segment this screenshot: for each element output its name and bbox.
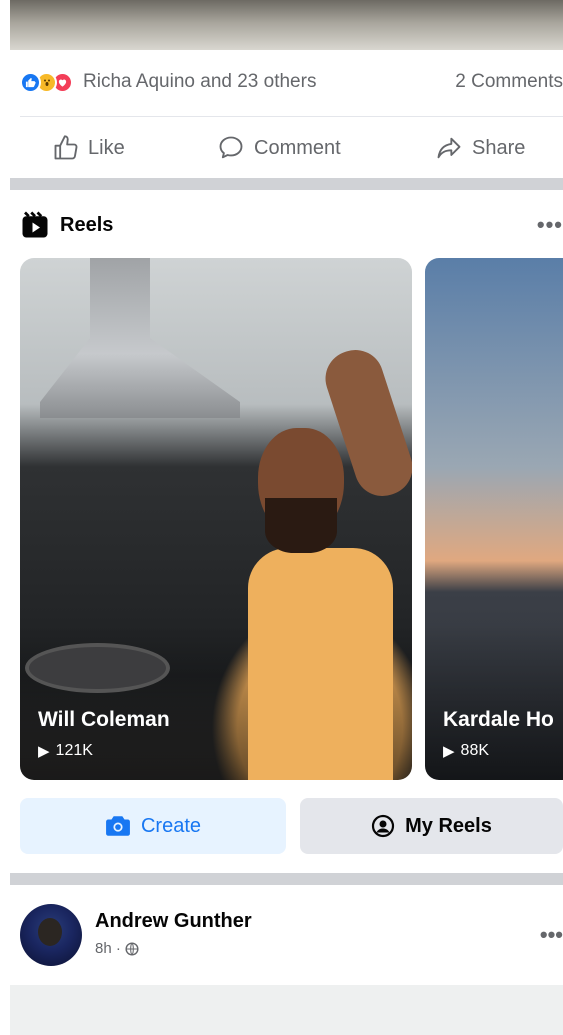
reels-title: Reels — [60, 213, 114, 236]
like-reaction-icon — [20, 71, 41, 93]
post-time: 8h · — [95, 940, 121, 957]
my-reels-label: My Reels — [405, 814, 492, 837]
reactions-summary[interactable]: Richa Aquino and 23 others — [83, 71, 316, 93]
reel-views: ▶ 88K — [443, 742, 489, 760]
avatar[interactable] — [20, 904, 82, 966]
reels-more-button[interactable]: ••• — [537, 212, 563, 238]
reel-view-count: 121K — [55, 742, 93, 759]
reel-thumbnail-detail — [248, 548, 393, 780]
share-button[interactable]: Share — [434, 134, 525, 162]
reel-card[interactable]: Will Coleman ▶ 121K — [20, 258, 412, 780]
previous-post-image[interactable] — [10, 0, 563, 50]
section-divider — [10, 178, 563, 190]
reel-thumbnail-detail — [25, 643, 170, 693]
post-header: Andrew Gunther 8h · ••• — [20, 902, 563, 966]
reel-author: Kardale Ho — [443, 708, 554, 731]
reels-header: Reels ••• — [20, 205, 563, 245]
reel-thumbnail-detail — [265, 498, 337, 553]
reel-views: ▶ 121K — [38, 742, 93, 760]
reel-author: Will Coleman — [38, 708, 170, 731]
comments-count[interactable]: 2 Comments — [455, 71, 563, 93]
globe-icon — [125, 941, 139, 956]
like-label: Like — [88, 136, 125, 159]
comment-button[interactable]: Comment — [216, 134, 341, 162]
like-button[interactable]: Like — [52, 134, 125, 162]
reel-card[interactable]: Kardale Ho ▶ 88K — [425, 258, 563, 780]
play-icon: ▶ — [443, 743, 455, 760]
create-label: Create — [140, 814, 202, 837]
share-label: Share — [472, 136, 526, 159]
next-post-image[interactable] — [10, 985, 563, 1035]
create-reel-button[interactable]: Create — [20, 798, 286, 854]
divider — [20, 116, 563, 117]
reels-icon — [22, 211, 48, 238]
my-reels-button[interactable]: My Reels — [300, 798, 563, 854]
post-actions: Like Comment Share — [20, 124, 563, 172]
reactions-row[interactable]: Richa Aquino and 23 others 2 Comments — [20, 64, 563, 100]
reaction-icons — [20, 71, 73, 93]
post-meta: 8h · — [95, 940, 139, 957]
comment-icon — [219, 136, 243, 159]
reel-view-count: 88K — [460, 742, 490, 759]
thumbs-up-icon — [54, 135, 78, 160]
play-icon: ▶ — [38, 743, 50, 760]
reel-thumbnail-detail — [40, 258, 240, 418]
share-icon — [437, 137, 461, 159]
camera-icon — [106, 816, 130, 836]
comment-label: Comment — [254, 136, 341, 159]
section-divider — [10, 873, 563, 885]
profile-icon — [372, 814, 395, 838]
post-author[interactable]: Andrew Gunther — [95, 910, 252, 933]
post-more-button[interactable]: ••• — [540, 922, 563, 948]
